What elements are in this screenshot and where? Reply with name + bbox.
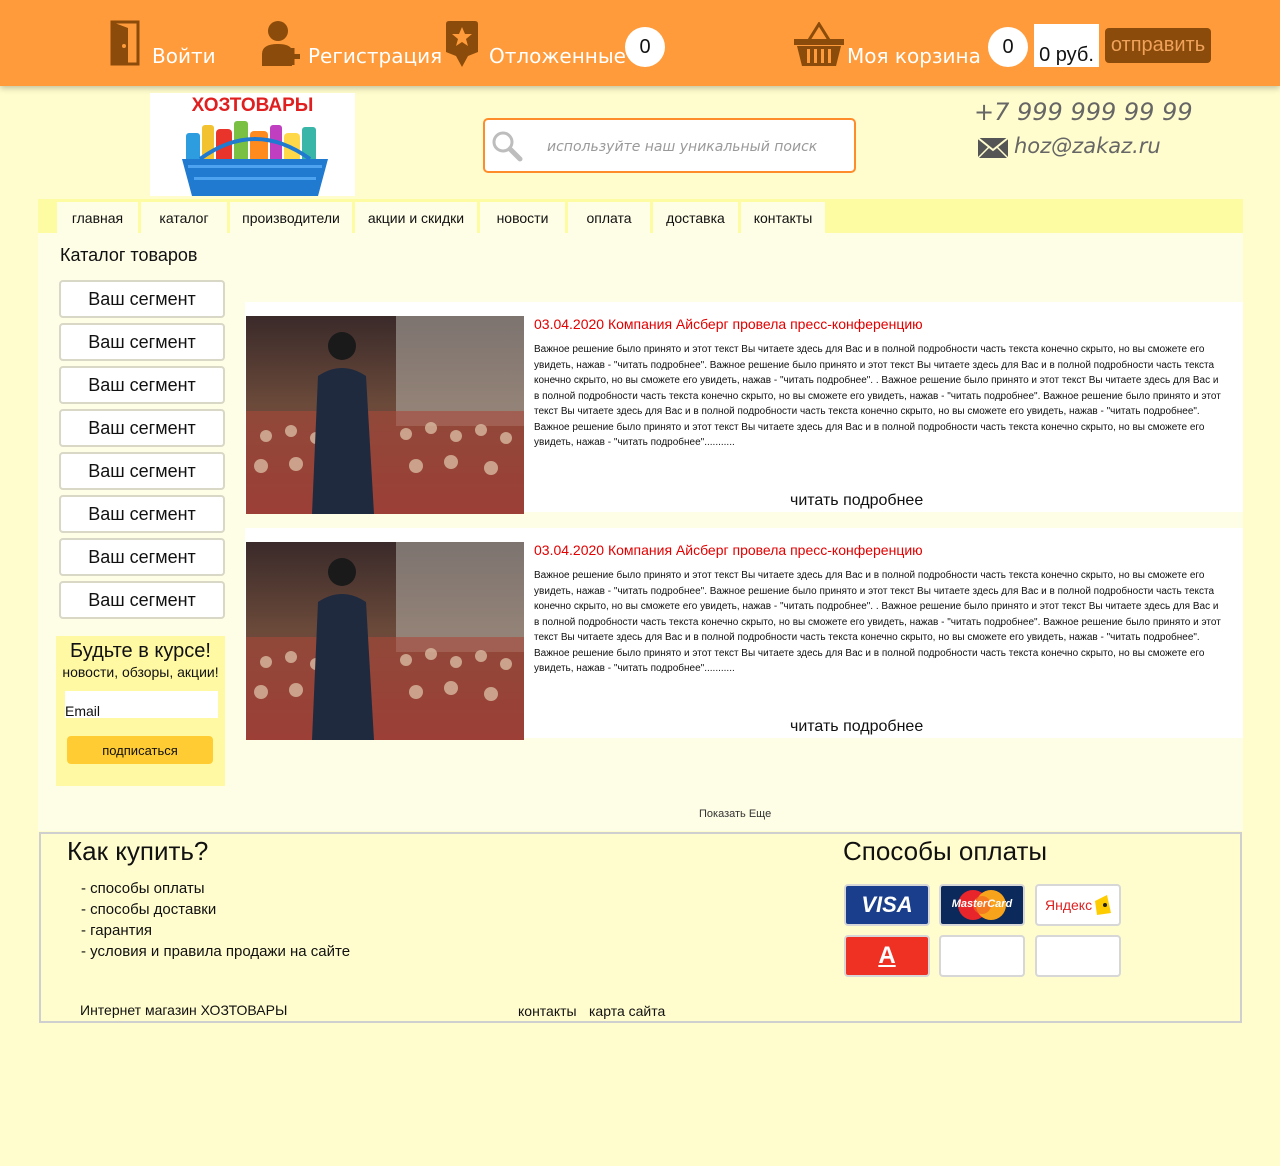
alfa-card: А: [844, 935, 930, 977]
catalog-segment[interactable]: Ваш сегмент: [59, 495, 225, 533]
saved-label[interactable]: Отложенные: [489, 44, 626, 68]
search-input[interactable]: [545, 138, 849, 156]
catalog-segment[interactable]: Ваш сегмент: [59, 581, 225, 619]
catalog-segment[interactable]: Ваш сегмент: [59, 452, 225, 490]
empty-payment-slot: [939, 935, 1025, 977]
catalog-segment[interactable]: Ваш сегмент: [59, 538, 225, 576]
catalog-segment[interactable]: Ваш сегмент: [59, 366, 225, 404]
footer: Как купить? - способы оплаты - способы д…: [39, 832, 1242, 1023]
basket-icon: [794, 22, 844, 66]
news-title[interactable]: 03.04.2020 Компания Айсберг провела прес…: [534, 542, 923, 558]
logo-text: ХОЗТОВАРЫ: [191, 95, 314, 116]
search-icon[interactable]: [491, 130, 523, 162]
mail-icon: [978, 138, 1008, 158]
door-icon: [110, 20, 140, 66]
alfa-logo: А: [846, 937, 928, 975]
empty-payment-slot: [1035, 935, 1121, 977]
subscribe-title: Будьте в курсе!: [70, 640, 211, 662]
login-label[interactable]: Войти: [152, 44, 216, 68]
news-card: 03.04.2020 Компания Айсберг провела прес…: [245, 528, 1243, 740]
subscribe-button[interactable]: подписаться: [67, 736, 213, 764]
saved-count-badge: 0: [625, 27, 665, 67]
send-button[interactable]: отправить: [1105, 28, 1211, 63]
nav-item-delivery[interactable]: доставка: [653, 202, 738, 233]
catalog-segment[interactable]: Ваш сегмент: [59, 409, 225, 447]
payment-methods-title: Способы оплаты: [843, 836, 1048, 866]
how-to-buy-links: - способы оплаты - способы доставки - га…: [81, 878, 350, 962]
nav-item-news[interactable]: новости: [480, 202, 565, 233]
yandex-card: Яндекс: [1035, 884, 1121, 926]
nav-item-manufacturers[interactable]: производители: [230, 202, 352, 233]
footer-sitemap-link[interactable]: карта сайта: [589, 1003, 665, 1019]
footer-link-payment[interactable]: - способы оплаты: [81, 878, 350, 899]
cart-count-badge: 0: [988, 27, 1028, 67]
read-more-link[interactable]: читать подробнее: [790, 492, 923, 510]
add-user-icon: [262, 21, 300, 66]
subscribe-subtitle: новости, обзоры, акции!: [62, 664, 219, 680]
how-to-buy-title: Как купить?: [67, 836, 209, 866]
news-card: 03.04.2020 Компания Айсберг провела прес…: [245, 302, 1243, 514]
nav-item-contacts[interactable]: контакты: [741, 202, 825, 233]
mastercard-card: MasterCard: [939, 884, 1025, 926]
show-more-link[interactable]: Показать Еще: [699, 808, 771, 820]
visa-card: VISA: [844, 884, 930, 926]
footer-contacts-link[interactable]: контакты: [518, 1003, 577, 1019]
news-text: Важное решение было принято и этот текст…: [534, 570, 1221, 674]
register-label[interactable]: Регистрация: [308, 44, 442, 68]
yandex-wallet-icon: [1095, 895, 1111, 915]
visa-logo: VISA: [846, 886, 928, 924]
phone-number: +7 999 999 99 99: [974, 98, 1193, 126]
footer-link-delivery[interactable]: - способы доставки: [81, 899, 350, 920]
yandex-label: Яндекс: [1045, 897, 1093, 913]
catalog-segment[interactable]: Ваш сегмент: [59, 280, 225, 318]
cart-label[interactable]: Моя корзина: [847, 44, 981, 68]
nav-item-promotions[interactable]: акции и скидки: [355, 202, 477, 233]
catalog-title: Каталог товаров: [60, 245, 198, 265]
nav-item-catalog[interactable]: каталог: [141, 202, 227, 233]
top-bar: Войти Регистрация Отложенные 0 Моя корзи…: [0, 0, 1280, 86]
contact-email[interactable]: hoz@zakaz.ru: [1014, 134, 1161, 158]
subscribe-email-input[interactable]: [65, 691, 218, 718]
news-title[interactable]: 03.04.2020 Компания Айсберг провела прес…: [534, 316, 923, 332]
site-logo[interactable]: ХОЗТОВАРЫ: [150, 93, 355, 196]
nav-item-home[interactable]: главная: [57, 202, 138, 233]
conference-photo[interactable]: [246, 542, 524, 740]
search-box[interactable]: [483, 118, 856, 173]
read-more-link[interactable]: читать подробнее: [790, 718, 923, 736]
footer-link-warranty[interactable]: - гарантия: [81, 920, 350, 941]
nav-item-payment[interactable]: оплата: [568, 202, 650, 233]
shop-name: Интернет магазин ХОЗТОВАРЫ: [80, 1002, 288, 1018]
cleaning-basket-icon: [182, 121, 328, 196]
mastercard-label: MasterCard: [951, 898, 1013, 910]
news-text: Важное решение было принято и этот текст…: [534, 344, 1221, 448]
catalog-segment[interactable]: Ваш сегмент: [59, 323, 225, 361]
bookmark-star-icon: [446, 21, 478, 67]
subscribe-box: Будьте в курсе! новости, обзоры, акции! …: [56, 636, 225, 786]
conference-photo[interactable]: [246, 316, 524, 514]
cart-total: 0 руб.: [1034, 24, 1099, 67]
footer-link-terms[interactable]: - условия и правила продажи на сайте: [81, 941, 350, 962]
